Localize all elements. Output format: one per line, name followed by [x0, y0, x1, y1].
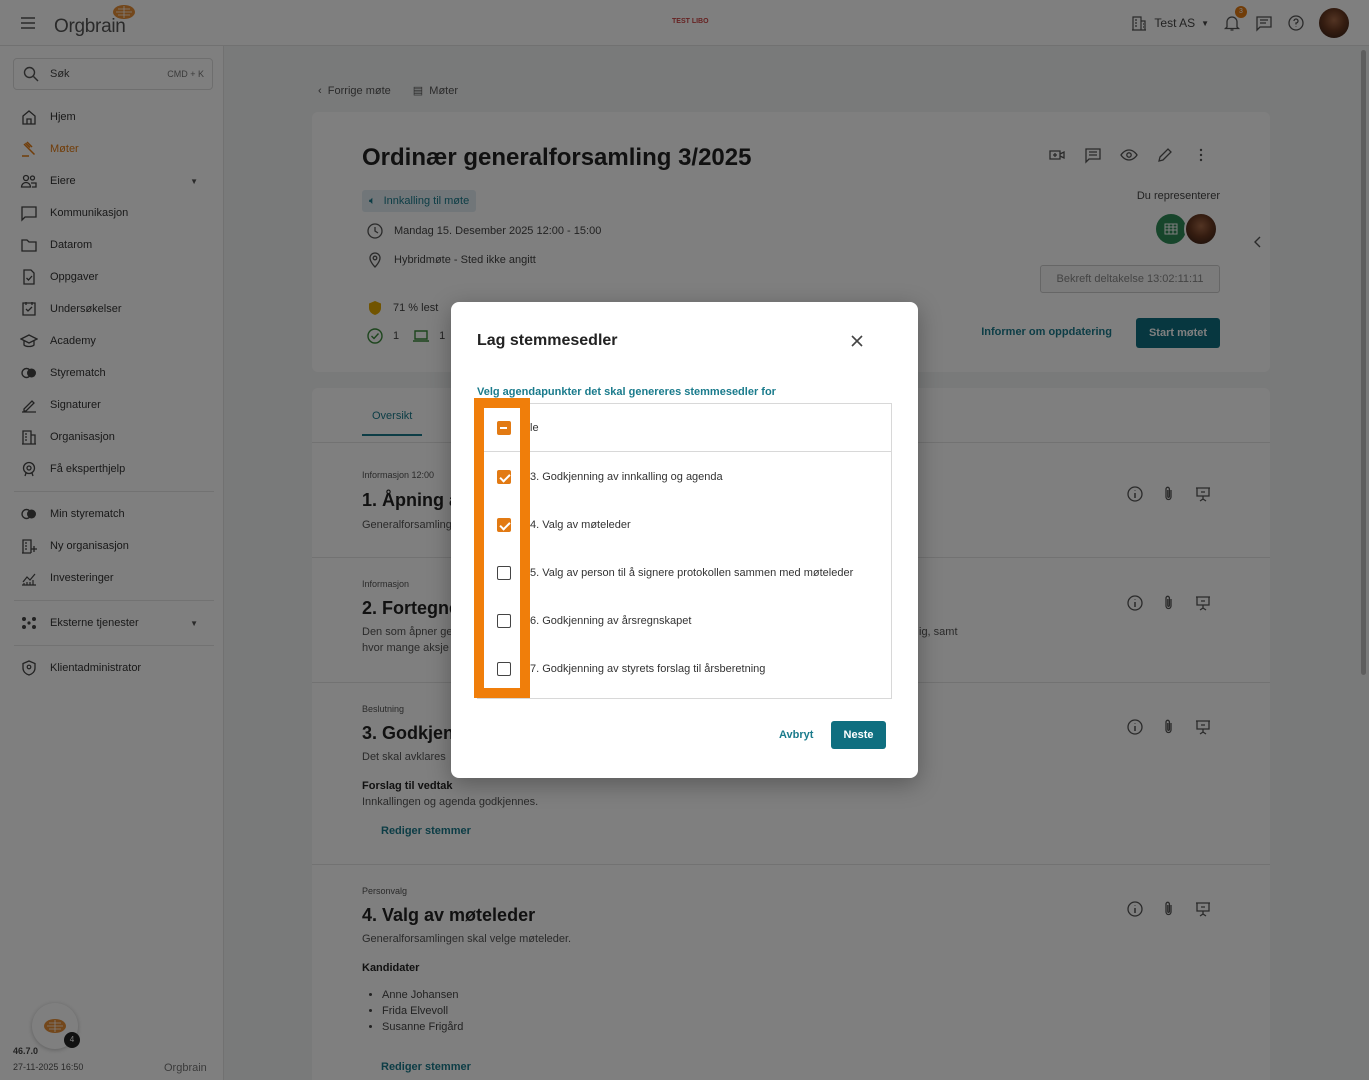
agenda-select-label: 5. Valg av person til å signere protokol…	[530, 567, 854, 579]
select-all-row[interactable]: le	[478, 404, 891, 452]
select-all-label: le	[530, 421, 539, 434]
cancel-button[interactable]: Avbryt	[779, 729, 813, 741]
agenda-select-label: 6. Godkjenning av årsregnskapet	[530, 615, 692, 627]
agenda-select-row[interactable]: 6. Godkjenning av årsregnskapet	[478, 597, 891, 645]
checkbox-column-highlight	[474, 398, 530, 698]
close-icon[interactable]	[848, 332, 866, 350]
agenda-select-row[interactable]: 7. Godkjenning av styrets forslag til år…	[478, 645, 891, 693]
agenda-select-label: 4. Valg av møteleder	[530, 519, 631, 531]
next-button[interactable]: Neste	[831, 721, 886, 749]
agenda-select-row[interactable]: 3. Godkjenning av innkalling og agenda	[478, 453, 891, 501]
agenda-select-table: le 3. Godkjenning av innkalling og agend…	[477, 403, 892, 699]
agenda-select-row[interactable]: 4. Valg av møteleder	[478, 501, 891, 549]
agenda-select-row[interactable]: 5. Valg av person til å signere protokol…	[478, 549, 891, 597]
agenda-select-label: 7. Godkjenning av styrets forslag til år…	[530, 663, 766, 675]
dialog-subtitle: Velg agendapunkter det skal genereres st…	[477, 386, 776, 398]
dialog-title: Lag stemmesedler	[477, 332, 618, 349]
agenda-select-label: 3. Godkjenning av innkalling og agenda	[530, 471, 723, 483]
